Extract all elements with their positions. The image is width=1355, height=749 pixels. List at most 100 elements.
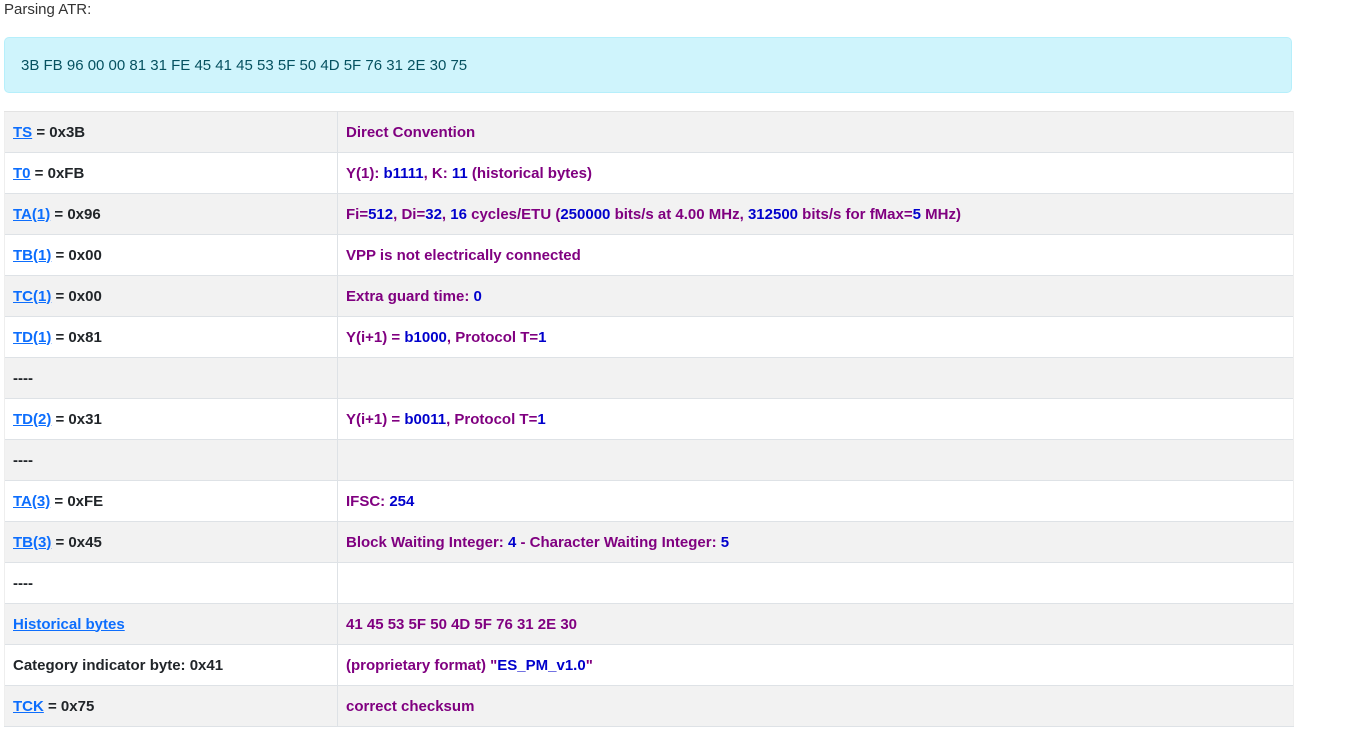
field-cell: TC(1) = 0x00 — [4, 275, 338, 317]
field-link[interactable]: TB(3) — [13, 534, 51, 551]
table-row: TA(1) = 0x96 Fi=512, Di=32, 16 cycles/ETU… — [4, 193, 1294, 235]
table-row: TD(1) = 0x81 Y(i+1) = b1000, Protocol T=1 — [4, 316, 1294, 358]
description-text: Block Waiting Integer: — [346, 533, 508, 551]
table-row: TCK = 0x75 correct checksum — [4, 685, 1294, 727]
description-text: Y(1): — [346, 164, 384, 182]
field-cell: ---- — [4, 439, 338, 481]
description-cell: (proprietary format) "ES_PM_v1.0" — [337, 644, 1294, 686]
field-value: = 0xFE — [50, 492, 104, 510]
description-text: - Character Waiting Integer: — [516, 533, 721, 551]
table-row: ---- — [4, 357, 1294, 399]
description-cell: Fi=512, Di=32, 16 cycles/ETU (250000 bit… — [337, 193, 1294, 235]
description-text: MHz) — [920, 205, 961, 223]
description-cell: 41 45 53 5F 50 4D 5F 76 31 2E 30 — [337, 603, 1294, 645]
description-value: 1 — [537, 410, 546, 428]
description-text: , Protocol T= — [446, 328, 539, 346]
field-value: = 0x00 — [51, 287, 102, 305]
field-cell: TB(1) = 0x00 — [4, 234, 338, 276]
description-value: 0 — [473, 287, 482, 305]
description-text: 41 45 53 5F 50 4D 5F 76 31 2E 30 — [346, 615, 577, 633]
atr-hex-value: 3B FB 96 00 00 81 31 FE 45 41 45 53 5F 5… — [21, 56, 468, 74]
table-row: TC(1) = 0x00 Extra guard time: 0 — [4, 275, 1294, 317]
description-text: , Protocol T= — [446, 410, 538, 428]
field-cell: ---- — [4, 562, 338, 604]
field-cell: TB(3) = 0x45 — [4, 521, 338, 563]
field-cell: TD(2) = 0x31 — [4, 398, 338, 440]
atr-hex-alert: 3B FB 96 00 00 81 31 FE 45 41 45 53 5F 5… — [4, 37, 1292, 93]
field-link[interactable]: Historical bytes — [13, 616, 125, 633]
description-value: 312500 — [747, 205, 799, 223]
description-value: 254 — [389, 492, 415, 510]
field-cell: Historical bytes — [4, 603, 338, 645]
description-value: b1000 — [404, 328, 447, 346]
field-value: = 0x45 — [51, 533, 102, 551]
description-text: " — [585, 656, 593, 674]
parsing-atr-label: Parsing ATR: — [4, 1, 92, 18]
description-text: Y(i+1) = — [346, 328, 405, 346]
description-value: 11 — [451, 164, 468, 182]
table-row: TA(3) = 0xFE IFSC: 254 — [4, 480, 1294, 522]
description-cell: IFSC: 254 — [337, 480, 1294, 522]
field-link[interactable]: TB(1) — [13, 247, 51, 264]
description-value: 250000 — [560, 205, 611, 223]
description-text: bits/s for fMax= — [798, 205, 913, 223]
field-cell: ---- — [4, 357, 338, 399]
field-value: Category indicator byte: 0x41 — [13, 656, 224, 674]
table-row: TB(3) = 0x45 Block Waiting Integer: 4 - C… — [4, 521, 1294, 563]
field-link[interactable]: TD(1) — [13, 329, 51, 346]
description-value: 512 — [368, 205, 394, 223]
table-row: Historical bytes 41 45 53 5F 50 4D 5F 76 … — [4, 603, 1294, 645]
field-link[interactable]: TD(2) — [13, 411, 51, 428]
table-row: TB(1) = 0x00 VPP is not electrically conn… — [4, 234, 1294, 276]
field-link[interactable]: TA(1) — [13, 206, 50, 223]
field-value: ---- — [13, 574, 33, 592]
field-value: = 0x81 — [51, 328, 102, 346]
field-link[interactable]: TS — [13, 124, 32, 141]
field-cell: T0 = 0xFB — [4, 152, 338, 194]
field-value: = 0x3B — [32, 123, 86, 141]
description-text: Y(i+1) = — [346, 410, 405, 428]
field-link[interactable]: T0 — [13, 165, 31, 182]
field-value: ---- — [13, 451, 33, 469]
field-cell: Category indicator byte: 0x41 — [4, 644, 338, 686]
description-cell: Y(1): b1111, K: 11 (historical bytes) — [337, 152, 1294, 194]
description-value: 5 — [912, 205, 921, 223]
description-text: , Di= — [393, 205, 426, 223]
description-text: VPP is not electrically connected — [346, 246, 581, 264]
field-link[interactable]: TA(3) — [13, 493, 50, 510]
description-cell: Block Waiting Integer: 4 - Character Wai… — [337, 521, 1294, 563]
description-value: b0011 — [404, 410, 447, 428]
description-cell: Extra guard time: 0 — [337, 275, 1294, 317]
description-text: IFSC: — [346, 492, 390, 510]
description-text: cycles/ETU ( — [466, 205, 561, 223]
table-row: ---- — [4, 439, 1294, 481]
description-value: 5 — [720, 533, 730, 551]
description-text: Direct Convention — [346, 123, 476, 141]
description-cell — [337, 562, 1294, 604]
description-text: , K: — [423, 164, 452, 182]
field-value: = 0xFB — [30, 164, 85, 182]
field-link[interactable]: TCK — [13, 698, 44, 715]
description-text: correct checksum — [346, 697, 475, 715]
description-cell — [337, 357, 1294, 399]
description-text: Fi= — [346, 205, 369, 223]
field-cell: TD(1) = 0x81 — [4, 316, 338, 358]
description-cell — [337, 439, 1294, 481]
description-text: (historical bytes) — [467, 164, 592, 182]
field-value: ---- — [13, 369, 33, 387]
field-cell: TS = 0x3B — [4, 111, 338, 153]
field-value: = 0x75 — [43, 697, 95, 715]
table-row: T0 = 0xFB Y(1): b1111, K: 11 (historical … — [4, 152, 1294, 194]
description-value: ES_PM_v1.0 — [497, 656, 586, 674]
field-cell: TA(1) = 0x96 — [4, 193, 338, 235]
description-cell: VPP is not electrically connected — [337, 234, 1294, 276]
description-value: 32 — [425, 205, 442, 223]
atr-parse-table: TS = 0x3B Direct Convention T0 = 0xFB Y(1):… — [4, 111, 1294, 727]
description-cell: Y(i+1) = b1000, Protocol T=1 — [337, 316, 1294, 358]
field-link[interactable]: TC(1) — [13, 288, 51, 305]
table-row: TS = 0x3B Direct Convention — [4, 111, 1294, 153]
field-value: = 0x31 — [51, 410, 102, 428]
table-row: TD(2) = 0x31 Y(i+1) = b0011, Protocol T=1 — [4, 398, 1294, 440]
description-value: b1111 — [383, 164, 424, 182]
field-value: = 0x00 — [51, 246, 102, 264]
